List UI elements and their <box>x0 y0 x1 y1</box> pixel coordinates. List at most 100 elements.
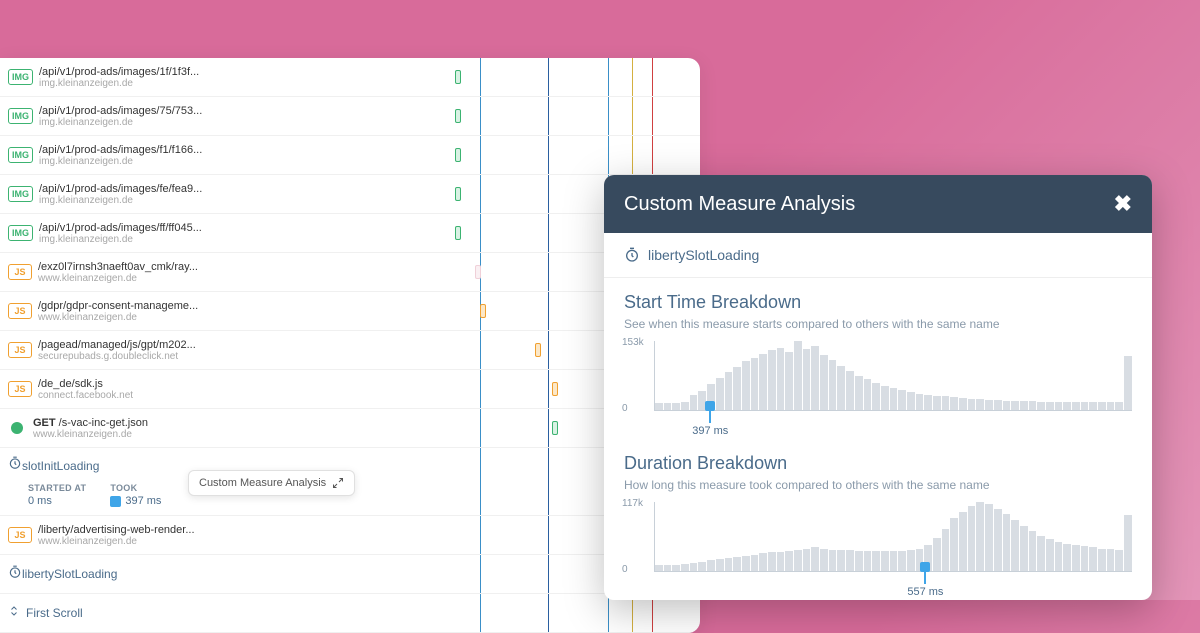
histogram-bar <box>751 358 759 410</box>
histogram-bar <box>742 556 750 571</box>
modal-measure-name: libertySlotLoading <box>604 233 1152 278</box>
resource-path: /gdpr/gdpr-consent-manageme... <box>38 300 198 312</box>
histogram-bar <box>855 551 863 571</box>
resource-path: GET /s-vac-inc-get.json <box>33 417 148 429</box>
resource-host: img.kleinanzeigen.de <box>39 234 202 245</box>
resource-host: www.kleinanzeigen.de <box>38 312 198 323</box>
histogram-bar <box>1011 401 1019 410</box>
resource-row[interactable]: IMG/api/v1/prod-ads/images/75/753...img.… <box>0 97 700 136</box>
histogram-bar <box>1003 514 1011 571</box>
histogram-bar <box>1098 402 1106 410</box>
timing-row-liberty[interactable]: libertySlotLoading <box>0 555 700 594</box>
histogram-bar <box>811 547 819 571</box>
histogram-bar <box>942 396 950 410</box>
method-dot <box>11 422 23 434</box>
histogram-bar <box>681 564 689 571</box>
histogram-bar <box>837 366 845 410</box>
resource-row[interactable]: JS/gdpr/gdpr-consent-manageme...www.klei… <box>0 292 700 331</box>
histogram-bar <box>872 551 880 571</box>
histogram-bar <box>1124 515 1132 571</box>
resource-row[interactable]: JS/de_de/sdk.jsconnect.facebook.net <box>0 370 700 409</box>
resource-row[interactable]: IMG/api/v1/prod-ads/images/1f/1f3f...img… <box>0 58 700 97</box>
waterfall-rows: IMG/api/v1/prod-ads/images/1f/1f3f...img… <box>0 58 700 448</box>
histogram-bar <box>698 562 706 571</box>
close-icon[interactable]: ✖ <box>1114 191 1132 217</box>
type-badge-js: JS <box>8 527 32 543</box>
histogram-bar <box>1124 356 1132 410</box>
type-badge-js: JS <box>8 381 32 397</box>
histogram-bar <box>933 396 941 410</box>
histogram-bar <box>1020 526 1028 571</box>
custom-measure-tooltip[interactable]: Custom Measure Analysis <box>188 470 355 496</box>
histogram-bar <box>655 565 663 571</box>
y-axis-min: 0 <box>622 564 628 575</box>
histogram-bar <box>864 551 872 571</box>
timeline-bar <box>455 70 461 84</box>
resource-row[interactable]: IMG/api/v1/prod-ads/images/ff/ff045...im… <box>0 214 700 253</box>
histogram-bar <box>759 553 767 571</box>
histogram-bar <box>916 394 924 410</box>
waterfall-panel: IMG/api/v1/prod-ads/images/1f/1f3f...img… <box>0 58 700 633</box>
type-badge-img: IMG <box>8 108 33 124</box>
histogram-bar <box>768 350 776 410</box>
timing-label: First Scroll <box>26 606 83 620</box>
histogram-bar <box>1063 402 1071 410</box>
start-time-histogram: 153k 0 397 ms <box>624 341 1132 431</box>
histogram-bar <box>1107 549 1115 571</box>
histogram-bar <box>785 551 793 571</box>
histogram-bar <box>846 550 854 571</box>
started-at-value: 0 ms <box>28 495 86 507</box>
histogram-bar <box>907 392 915 410</box>
scroll-icon <box>8 604 20 622</box>
histogram-bar <box>829 360 837 410</box>
resource-row-liberty[interactable]: JS /liberty/advertising-web-render... ww… <box>0 516 700 555</box>
resource-host: www.kleinanzeigen.de <box>38 273 198 284</box>
histogram-bar <box>777 348 785 410</box>
resource-row[interactable]: JS/pagead/managed/js/gpt/m202...securepu… <box>0 331 700 370</box>
histogram-bar <box>1072 402 1080 410</box>
timeline-bar <box>475 265 481 279</box>
histogram-bar <box>664 565 672 571</box>
custom-measure-modal: Custom Measure Analysis ✖ libertySlotLoa… <box>604 175 1152 600</box>
histogram-bar <box>655 403 663 410</box>
histogram-bar <box>785 352 793 410</box>
histogram-bar <box>872 383 880 410</box>
histogram-bar <box>777 552 785 571</box>
timeline-bar <box>535 343 541 357</box>
histogram-bar <box>794 550 802 571</box>
y-axis-max: 153k <box>622 337 644 348</box>
timing-row-slotinit[interactable]: slotInitLoading STARTED AT 0 ms TOOK 397… <box>0 448 700 516</box>
histogram-marker[interactable]: 397 ms <box>692 401 728 437</box>
resource-host: img.kleinanzeigen.de <box>39 78 199 89</box>
resource-path: /api/v1/prod-ads/images/fe/fea9... <box>39 183 202 195</box>
type-badge-img: IMG <box>8 225 33 241</box>
resource-row[interactable]: IMG/api/v1/prod-ads/images/f1/f166...img… <box>0 136 700 175</box>
histogram-bar <box>1055 542 1063 571</box>
type-badge-js: JS <box>8 264 32 280</box>
section-title: Start Time Breakdown <box>624 292 1132 313</box>
histogram-bar <box>1115 550 1123 571</box>
histogram-bar <box>1115 402 1123 410</box>
histogram-bar <box>968 399 976 410</box>
histogram-bar <box>672 403 680 410</box>
histogram-bar <box>1029 401 1037 410</box>
timeline-bar <box>552 382 558 396</box>
histogram-bar <box>1081 402 1089 410</box>
histogram-bar <box>898 551 906 571</box>
resource-row[interactable]: IMG/api/v1/prod-ads/images/fe/fea9...img… <box>0 175 700 214</box>
histogram-bar <box>1029 531 1037 571</box>
resource-host: img.kleinanzeigen.de <box>39 195 202 206</box>
histogram-bar <box>881 551 889 571</box>
histogram-bar <box>820 355 828 410</box>
histogram-bar <box>794 341 802 410</box>
started-at-label: STARTED AT <box>28 483 86 493</box>
histogram-marker[interactable]: 557 ms <box>907 562 943 598</box>
timing-label: slotInitLoading <box>22 459 99 473</box>
took-swatch <box>110 496 121 507</box>
histogram-bar <box>898 390 906 410</box>
resource-row[interactable]: GET /s-vac-inc-get.jsonwww.kleinanzeigen… <box>0 409 700 448</box>
histogram-bar <box>820 549 828 571</box>
timeline-bar <box>455 109 461 123</box>
resource-row[interactable]: JS/exz0l7irnsh3naeft0av_cmk/ray...www.kl… <box>0 253 700 292</box>
type-badge-img: IMG <box>8 69 33 85</box>
